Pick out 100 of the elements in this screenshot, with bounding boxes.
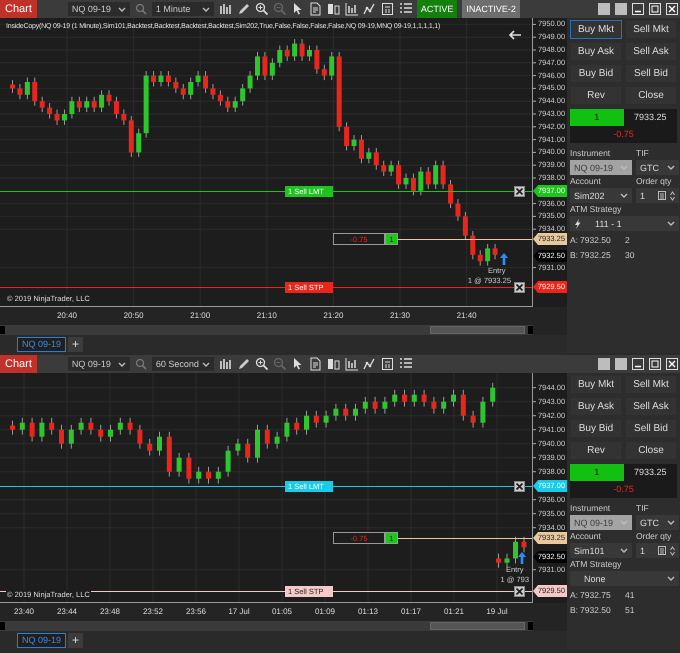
order-button[interactable]: Sell Mkt: [625, 375, 677, 394]
app-menu-button[interactable]: Chart: [0, 0, 37, 18]
status-label[interactable]: ACTIVE: [416, 0, 458, 18]
order-button[interactable]: Sell Bid: [625, 64, 677, 83]
dropdown[interactable]: None: [570, 571, 679, 586]
chart-tab[interactable]: NQ 09-19: [17, 632, 66, 648]
close-button[interactable]: [666, 3, 678, 15]
document-icon[interactable]: [308, 2, 322, 16]
candle: [382, 396, 388, 414]
order-button[interactable]: Sell Mkt: [625, 20, 677, 39]
order-button[interactable]: Close: [625, 86, 677, 105]
position-quantity: 1: [570, 464, 624, 481]
cancel-order-icon[interactable]: [514, 481, 525, 492]
candle: [186, 452, 192, 484]
bars-icon[interactable]: [218, 2, 232, 16]
order-button[interactable]: Rev: [570, 86, 622, 105]
order-button[interactable]: Buy Bid: [570, 419, 622, 438]
candle: [470, 410, 476, 428]
line-chart-icon[interactable]: [362, 357, 376, 371]
dropdown[interactable]: 111 - 1: [570, 216, 679, 231]
order-button[interactable]: Rev: [570, 441, 622, 460]
document-icon[interactable]: [308, 357, 322, 371]
field-label: ATM Strategy: [570, 559, 622, 570]
add-tab-button[interactable]: +: [68, 336, 84, 352]
candle: [62, 109, 67, 126]
order-button[interactable]: Sell Bid: [625, 419, 677, 438]
candle: [108, 424, 113, 442]
cancel-order-icon[interactable]: [514, 586, 525, 597]
quantity-spinner[interactable]: 1: [636, 543, 679, 558]
candle: [218, 90, 223, 106]
close-button[interactable]: [666, 358, 678, 370]
maximize-button[interactable]: [649, 358, 661, 370]
maximize-button[interactable]: [649, 3, 661, 15]
cancel-order-icon[interactable]: [514, 186, 525, 197]
quantity-spinner[interactable]: 1: [636, 188, 679, 203]
order-button[interactable]: Buy Bid: [570, 64, 622, 83]
window-tile-icon[interactable]: [615, 3, 627, 15]
back-arrow-icon[interactable]: [508, 30, 522, 40]
order-button[interactable]: Buy Ask: [570, 42, 622, 61]
candle: [388, 160, 394, 177]
order-button[interactable]: Sell Ask: [625, 42, 677, 61]
candle: [306, 45, 312, 62]
add-tab-button[interactable]: +: [68, 632, 84, 648]
calculator-icon[interactable]: [380, 2, 394, 16]
window-tile-icon[interactable]: [598, 3, 610, 15]
order-button[interactable]: Buy Ask: [570, 397, 622, 416]
pencil-icon[interactable]: [236, 357, 250, 371]
order-button[interactable]: Close: [625, 441, 677, 460]
scrollbar[interactable]: [0, 621, 533, 631]
calculator-icon[interactable]: [380, 357, 394, 371]
candle: [210, 83, 216, 100]
time-label: 01:17: [400, 607, 422, 616]
chart-tab[interactable]: NQ 09-19: [17, 336, 66, 352]
cancel-order-icon[interactable]: [514, 282, 525, 293]
search-icon[interactable]: [134, 358, 147, 370]
spin-arrows-icon[interactable]: [670, 546, 675, 556]
time-label: 21:00: [189, 311, 212, 320]
dropdown[interactable]: Sim202: [570, 188, 632, 203]
interval-selector[interactable]: 1 Minute: [152, 2, 214, 16]
order-button[interactable]: Sell Ask: [625, 397, 677, 416]
zoom-in-icon[interactable]: [254, 2, 268, 16]
quote-price: 7932.25: [580, 250, 612, 260]
dropdown[interactable]: GTC: [636, 160, 679, 175]
chart-icon[interactable]: [344, 2, 358, 16]
time-label: 23:40: [12, 607, 36, 616]
minimize-button[interactable]: [632, 358, 644, 370]
candle: [76, 96, 82, 113]
dropdown[interactable]: GTC: [636, 515, 679, 530]
candle: [203, 70, 208, 94]
dropdown[interactable]: Sim101: [570, 543, 632, 558]
spin-arrows-icon[interactable]: [670, 190, 675, 200]
line-chart-icon[interactable]: [362, 2, 376, 16]
time-label: 20:40: [56, 311, 78, 320]
window-tile-icon[interactable]: [598, 358, 610, 370]
candle: [128, 417, 133, 436]
candle: [264, 424, 270, 450]
search-icon[interactable]: [134, 3, 147, 15]
chart-icon[interactable]: [344, 357, 358, 371]
minimize-button[interactable]: [632, 3, 644, 15]
scrollbar[interactable]: [0, 325, 533, 335]
interval-selector[interactable]: 60 Second: [152, 357, 214, 371]
app-menu-button[interactable]: Chart: [0, 355, 37, 373]
candle: [353, 403, 358, 422]
instrument-selector[interactable]: NQ 09-19: [68, 2, 130, 16]
columns-icon[interactable]: [326, 357, 340, 371]
pencil-icon[interactable]: [236, 2, 250, 16]
candle: [410, 173, 416, 196]
quote-label: B:: [570, 604, 580, 614]
quote-size: 2: [625, 234, 631, 244]
caret-icon: [620, 192, 628, 199]
bars-icon[interactable]: [218, 357, 232, 371]
candle: [343, 403, 348, 422]
instrument-selector[interactable]: NQ 09-19: [68, 357, 130, 371]
window-tile-icon[interactable]: [615, 358, 627, 370]
columns-icon[interactable]: [326, 2, 340, 16]
position-price: 7933.25: [632, 111, 668, 124]
candle: [374, 147, 379, 170]
order-button[interactable]: Buy Mkt: [570, 375, 622, 394]
zoom-in-icon[interactable]: [254, 357, 268, 371]
order-button[interactable]: Buy Mkt: [570, 20, 622, 39]
